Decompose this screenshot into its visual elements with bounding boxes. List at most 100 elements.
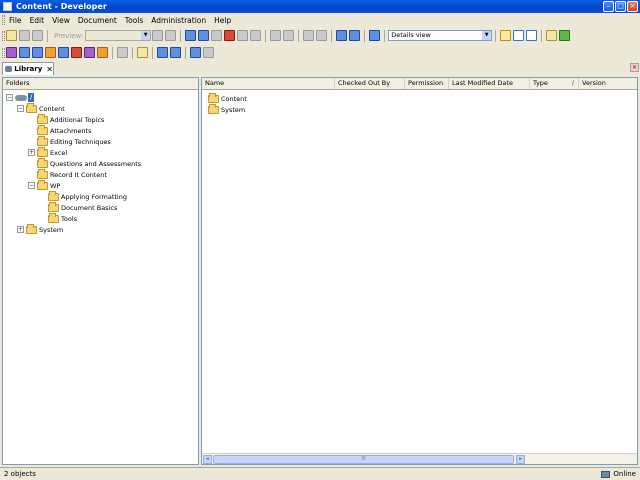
layout-icon[interactable] bbox=[546, 30, 558, 41]
collapse-icon[interactable]: − bbox=[6, 94, 13, 101]
preview-options-icon[interactable] bbox=[152, 30, 164, 41]
menu-file[interactable]: File bbox=[5, 16, 26, 25]
column-permission[interactable]: Permission bbox=[405, 78, 449, 89]
publish-icon[interactable] bbox=[137, 47, 148, 58]
new-role-icon[interactable] bbox=[84, 47, 95, 58]
toolbar-separator bbox=[112, 46, 113, 59]
scrollbar-thumb[interactable]: III bbox=[213, 455, 514, 464]
panel-close-icon[interactable]: ✕ bbox=[630, 63, 639, 72]
details-view-icon[interactable] bbox=[500, 30, 512, 41]
menu-help[interactable]: Help bbox=[210, 16, 235, 25]
menu-document[interactable]: Document bbox=[74, 16, 121, 25]
tree-node-document-basics[interactable]: Document Basics bbox=[48, 201, 118, 213]
tree-node-content[interactable]: − Content bbox=[17, 102, 65, 114]
edit-document-icon[interactable] bbox=[117, 47, 128, 58]
help-icon[interactable] bbox=[369, 30, 381, 41]
column-last-modified-date[interactable]: Last Modified Date bbox=[449, 78, 530, 89]
preview-button[interactable]: Preview: bbox=[54, 32, 83, 40]
tree-node-applying-formatting[interactable]: Applying Formatting bbox=[48, 190, 127, 202]
cut-icon[interactable] bbox=[185, 30, 197, 41]
tree-node-excel[interactable]: + Excel bbox=[28, 146, 67, 158]
redo-icon[interactable] bbox=[283, 30, 295, 41]
menu-administration[interactable]: Administration bbox=[147, 16, 210, 25]
toolbar-separator bbox=[180, 29, 182, 42]
expand-icon[interactable]: + bbox=[28, 149, 35, 156]
binoculars-icon[interactable] bbox=[336, 30, 348, 41]
scroll-right-icon[interactable]: ▸ bbox=[516, 455, 525, 464]
tree-node-root[interactable]: − / bbox=[6, 92, 35, 103]
column-name[interactable]: Name bbox=[202, 78, 335, 89]
print-icon[interactable] bbox=[32, 30, 43, 41]
document-toolbar bbox=[0, 44, 640, 61]
check-in-icon[interactable] bbox=[157, 47, 168, 58]
paste-icon[interactable] bbox=[211, 30, 223, 41]
collapse-all-icon[interactable] bbox=[316, 30, 328, 41]
tree-node-questions-and-assessments[interactable]: Questions and Assessments bbox=[37, 157, 141, 169]
find-object-icon[interactable] bbox=[250, 30, 262, 41]
object-count: 2 objects bbox=[4, 470, 36, 478]
tree-node-editing-techniques[interactable]: Editing Techniques bbox=[37, 135, 111, 147]
tree-node-system[interactable]: + System bbox=[17, 223, 63, 235]
folder-icon bbox=[26, 223, 37, 234]
new-assessment-icon[interactable] bbox=[97, 47, 108, 58]
delete-icon[interactable] bbox=[224, 30, 236, 41]
tree-node-label: WP bbox=[50, 181, 61, 190]
stop-icon[interactable] bbox=[165, 30, 177, 41]
lock-icon[interactable] bbox=[203, 47, 214, 58]
minimize-button[interactable]: – bbox=[603, 1, 614, 12]
open-icon[interactable] bbox=[6, 30, 17, 41]
save-icon[interactable] bbox=[19, 30, 30, 41]
tree-node-tools[interactable]: Tools bbox=[48, 212, 77, 224]
tree-node-record-it-content[interactable]: Record It Content bbox=[37, 168, 107, 180]
refresh-icon[interactable] bbox=[559, 30, 571, 41]
tab-close-icon[interactable]: ✕ bbox=[46, 65, 53, 74]
toolbar-grip-icon[interactable] bbox=[2, 47, 5, 58]
check-out-icon[interactable] bbox=[170, 47, 181, 58]
tree-node-wp[interactable]: − WP bbox=[28, 179, 61, 191]
horizontal-scrollbar[interactable]: ◂ III ▸ bbox=[202, 453, 637, 464]
folder-icon bbox=[37, 168, 48, 179]
collapse-icon[interactable]: − bbox=[28, 182, 35, 189]
list-item-name: Content bbox=[221, 94, 247, 103]
properties-icon[interactable] bbox=[237, 30, 249, 41]
view-select[interactable]: Details view ▼ bbox=[388, 30, 493, 41]
maximize-button[interactable]: □ bbox=[615, 1, 626, 12]
list-item[interactable]: System bbox=[208, 103, 245, 115]
list-view-icon[interactable] bbox=[513, 30, 525, 41]
toolbar-grip-icon[interactable] bbox=[2, 30, 5, 41]
close-button[interactable]: × bbox=[627, 1, 638, 12]
column-version[interactable]: Version bbox=[579, 78, 637, 89]
window-title: Content - Developer bbox=[16, 2, 107, 11]
toolbar-separator bbox=[384, 29, 386, 42]
tree-node-label: Record It Content bbox=[50, 170, 107, 179]
tab-library[interactable]: Library ✕ bbox=[2, 62, 54, 75]
folders-pane: Folders − / − Content Additional Topics … bbox=[2, 77, 199, 465]
menu-view[interactable]: View bbox=[48, 16, 74, 25]
column-checked-out-by[interactable]: Checked Out By bbox=[335, 78, 405, 89]
tree-node-additional-topics[interactable]: Additional Topics bbox=[37, 113, 105, 125]
preview-select[interactable]: ▼ bbox=[85, 30, 152, 41]
status-bar: 2 objects Online bbox=[0, 467, 640, 480]
new-topic-icon[interactable] bbox=[32, 47, 43, 58]
copy-icon[interactable] bbox=[198, 30, 210, 41]
toolbar-separator bbox=[364, 29, 366, 42]
spelling-icon[interactable] bbox=[349, 30, 361, 41]
new-section-icon[interactable] bbox=[19, 47, 30, 58]
new-glossary-icon[interactable] bbox=[71, 47, 82, 58]
new-module-icon[interactable] bbox=[6, 47, 17, 58]
upload-icon[interactable] bbox=[190, 47, 201, 58]
collapse-icon[interactable]: − bbox=[17, 105, 24, 112]
split-view-icon[interactable] bbox=[526, 30, 538, 41]
tree-node-label: Document Basics bbox=[61, 203, 118, 212]
undo-icon[interactable] bbox=[270, 30, 282, 41]
new-web-page-icon[interactable] bbox=[45, 47, 56, 58]
tree-node-attachments[interactable]: Attachments bbox=[37, 124, 92, 136]
menu-tools[interactable]: Tools bbox=[121, 16, 147, 25]
scroll-left-icon[interactable]: ◂ bbox=[203, 455, 212, 464]
new-package-icon[interactable] bbox=[58, 47, 69, 58]
tree-node-label: Additional Topics bbox=[50, 115, 105, 124]
expand-all-icon[interactable] bbox=[303, 30, 315, 41]
list-item[interactable]: Content bbox=[208, 92, 247, 104]
menu-edit[interactable]: Edit bbox=[26, 16, 49, 25]
expand-icon[interactable]: + bbox=[17, 226, 24, 233]
